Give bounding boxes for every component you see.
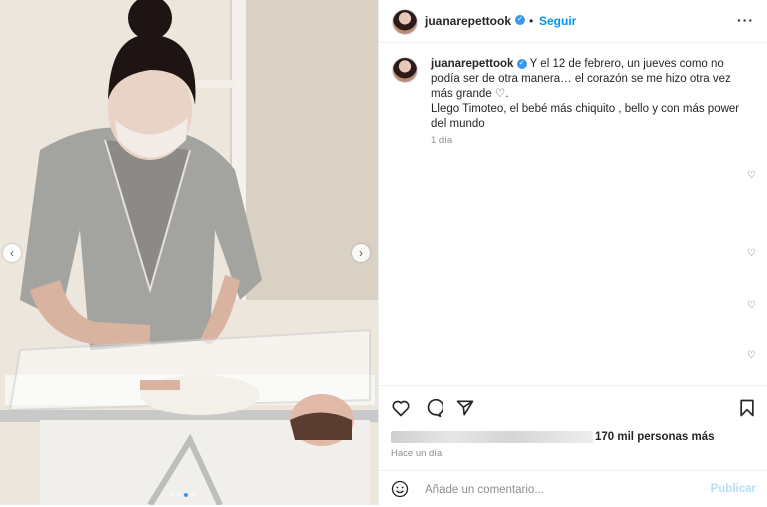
heart-outline-icon[interactable]: ♡	[747, 170, 756, 181]
carousel-indicator	[170, 493, 195, 497]
more-options-icon[interactable]: ···	[737, 12, 754, 28]
carousel-dot-active	[184, 493, 188, 497]
post-side-panel: juanarepettook ✓ • Seguir ··· juanarepet…	[378, 0, 767, 505]
heart-icon[interactable]	[391, 398, 411, 418]
heart-outline-icon[interactable]: ♡	[747, 248, 756, 259]
chevron-right-icon: ›	[359, 246, 363, 260]
caption-avatar[interactable]	[392, 57, 418, 83]
caption-text-2: Llego Timoteo, el bebé más chiquito , be…	[431, 103, 740, 130]
heart-outline-icon[interactable]: ♡	[747, 300, 756, 311]
instagram-post: ‹ › juanarepettook ✓ • Seguir ··· juanar…	[0, 0, 767, 505]
likes-avatars-blurred	[391, 431, 593, 443]
chevron-left-icon: ‹	[10, 246, 14, 260]
follow-button[interactable]: Seguir	[539, 14, 576, 28]
caption-username[interactable]: juanarepettook	[431, 58, 513, 70]
share-icon[interactable]	[455, 398, 475, 418]
post-actions: 170 mil personas más Hace un día Publica…	[379, 385, 767, 506]
post-caption: juanarepettook ✓ Y el 12 de febrero, un …	[431, 57, 751, 132]
avatar[interactable]	[392, 9, 418, 35]
carousel-dot	[170, 493, 174, 497]
bookmark-icon[interactable]	[737, 398, 757, 418]
verified-badge-icon: ✓	[515, 15, 525, 25]
header-username[interactable]: juanarepettook	[425, 14, 511, 28]
carousel-prev-button[interactable]: ‹	[3, 244, 21, 262]
post-header: juanarepettook ✓ • Seguir ···	[379, 0, 767, 43]
header-separator: •	[529, 14, 534, 28]
likes-count[interactable]: 170 mil personas más	[595, 431, 715, 443]
comment-bar: Publicar	[379, 470, 767, 507]
carousel-dot	[177, 493, 181, 497]
post-photo[interactable]: ‹ ›	[0, 0, 378, 505]
comment-input[interactable]	[423, 479, 707, 501]
carousel-dot	[191, 493, 195, 497]
publish-button[interactable]: Publicar	[711, 483, 756, 495]
carousel-next-button[interactable]: ›	[352, 244, 370, 262]
heart-outline-icon[interactable]: ♡	[747, 350, 756, 361]
emoji-icon[interactable]	[391, 480, 409, 498]
caption-timestamp: 1 día	[431, 135, 453, 146]
photo-illustration	[0, 0, 378, 505]
comment-icon[interactable]	[423, 398, 443, 418]
post-timestamp: Hace un día	[391, 448, 443, 459]
verified-badge-icon: ✓	[516, 58, 527, 69]
